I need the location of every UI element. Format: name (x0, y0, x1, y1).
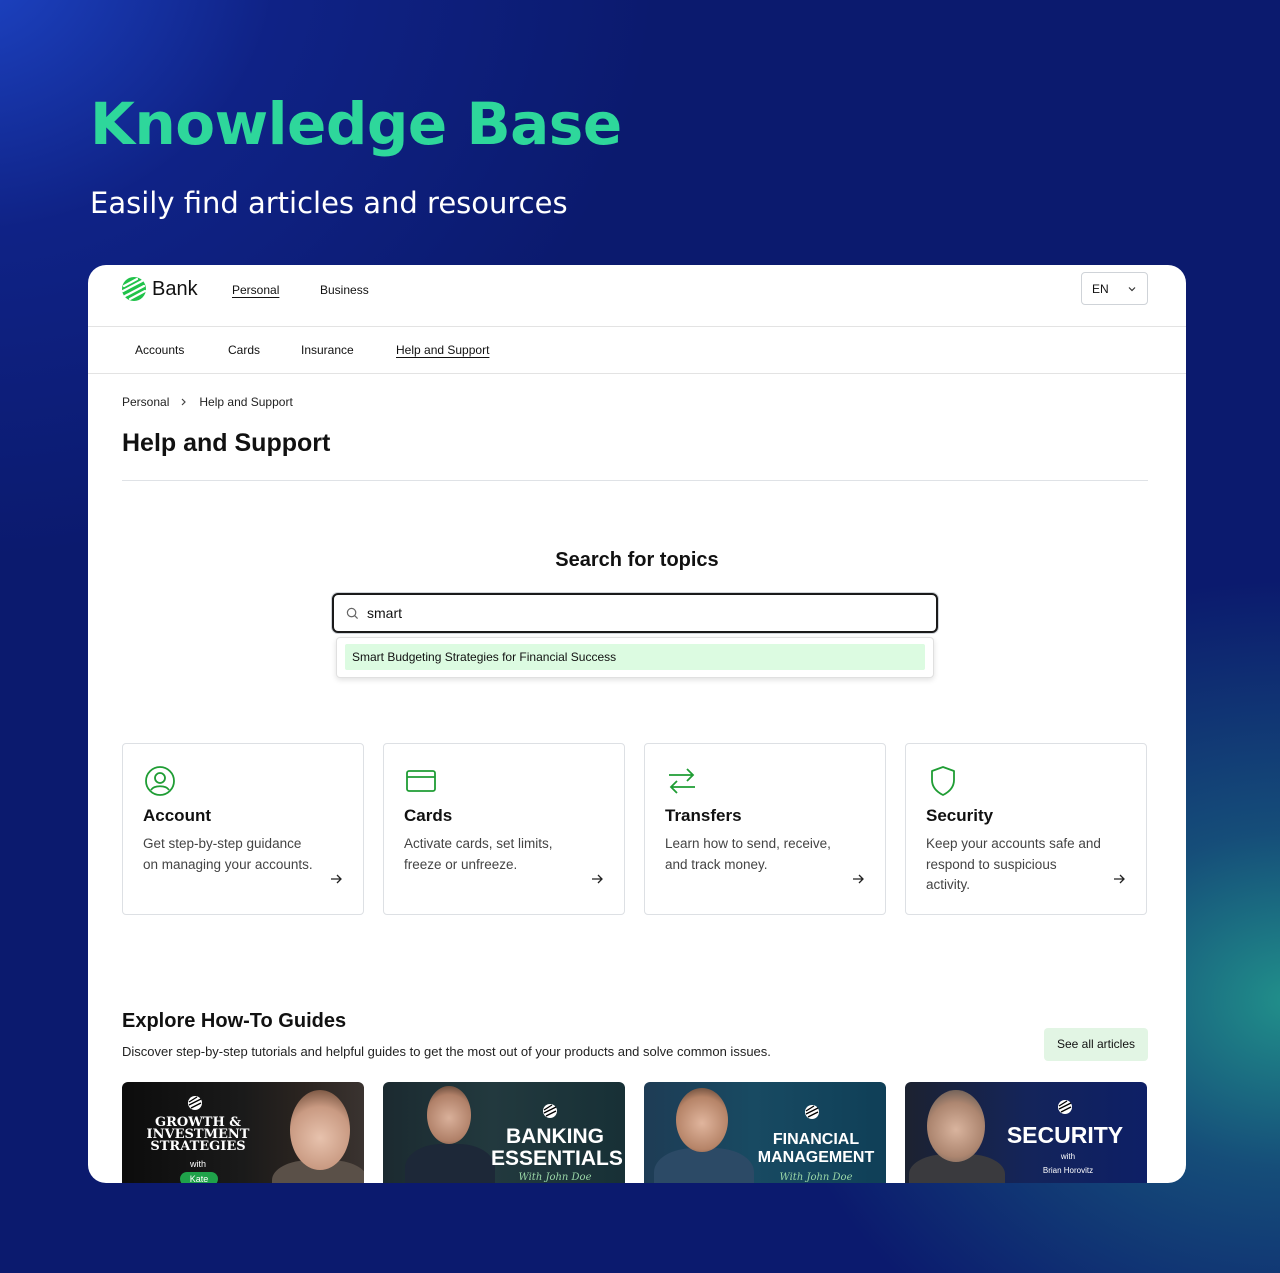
bank-logo-icon (805, 1105, 819, 1119)
thumbnail-title-line1: SECURITY (1006, 1122, 1124, 1148)
breadcrumb-personal[interactable]: Personal (122, 395, 169, 409)
category-card-transfers[interactable]: Transfers Learn how to send, receive, an… (644, 743, 886, 915)
search-icon (346, 607, 359, 619)
brand-logo[interactable]: Bank (122, 277, 198, 301)
brand-name: Bank (152, 277, 198, 300)
guide-thumbnail-security[interactable]: SECURITY with Brian Horovitz (905, 1082, 1147, 1183)
hero-subtitle: Easily find articles and resources (90, 186, 568, 220)
chevron-right-icon (181, 398, 187, 406)
thumbnail-title-line3: STRATEGIES (150, 1139, 246, 1154)
shield-icon (931, 766, 955, 796)
thumbnail-with-label: with (1060, 1152, 1076, 1161)
category-description: Activate cards, set limits, freeze or un… (404, 836, 553, 872)
host-photo (427, 1086, 471, 1144)
arrow-right-icon (592, 874, 603, 884)
thumbnail-host: With John Doe (518, 1172, 592, 1183)
host-photo-body (405, 1144, 495, 1183)
user-circle-icon (145, 766, 175, 796)
bank-logo-icon (188, 1096, 202, 1110)
topnav-business[interactable]: Business (320, 283, 369, 297)
topnav-personal[interactable]: Personal (232, 283, 279, 297)
thumbnail-title-line1: FINANCIAL (772, 1131, 860, 1148)
secondary-nav: Accounts Cards Insurance Help and Suppor… (88, 327, 1186, 374)
search-suggestions: Smart Budgeting Strategies for Financial… (336, 637, 934, 678)
arrow-right-icon (1114, 874, 1125, 884)
thumbnail-host-badge: Kate (180, 1172, 218, 1183)
bank-logo-icon (122, 277, 146, 301)
category-card-cards[interactable]: Cards Activate cards, set limits, freeze… (383, 743, 625, 915)
thumbnail-with-label: with (189, 1159, 206, 1169)
guide-thumbnail-growth[interactable]: GROWTH & INVESTMENT STRATEGIES with Kate (122, 1082, 364, 1183)
suggestion-item[interactable]: Smart Budgeting Strategies for Financial… (345, 644, 925, 670)
category-title: Cards (404, 806, 453, 825)
thumbnail-title-line2: MANAGEMENT (757, 1149, 875, 1166)
bank-logo-icon (543, 1104, 557, 1118)
arrow-right-icon (331, 874, 342, 884)
host-photo-body (654, 1148, 754, 1183)
guides-description: Discover step-by-step tutorials and help… (122, 1044, 771, 1059)
guide-thumbnail-banking[interactable]: BANKING ESSENTIALS With John Doe (383, 1082, 625, 1183)
category-description: Get step-by-step guidance on managing yo… (143, 836, 313, 872)
browser-window: Bank Personal Business EN Accounts Cards… (88, 265, 1186, 1183)
credit-card-icon (406, 770, 436, 792)
search-heading: Search for topics (555, 549, 719, 571)
subnav-cards[interactable]: Cards (228, 343, 260, 357)
host-photo (676, 1088, 728, 1152)
subnav-insurance[interactable]: Insurance (301, 343, 354, 357)
top-bar: Bank Personal Business EN (88, 265, 1186, 327)
thumbnail-host: Brian Horovitz (1042, 1166, 1094, 1175)
hero-title: Knowledge Base (90, 90, 622, 158)
subnav-help-and-support[interactable]: Help and Support (396, 343, 489, 357)
search-input[interactable] (367, 605, 907, 621)
page-title: Help and Support (122, 429, 331, 457)
category-description: Keep your accounts safe and respond to s… (926, 836, 1101, 892)
bank-logo-icon (1058, 1100, 1072, 1114)
category-title: Security (926, 806, 994, 825)
see-all-articles-button[interactable]: See all articles (1043, 1028, 1148, 1061)
language-value: EN (1092, 281, 1109, 296)
arrow-right-icon (853, 874, 864, 884)
divider (122, 480, 1148, 481)
guide-thumbnail-financial[interactable]: FINANCIAL MANAGEMENT With John Doe (644, 1082, 886, 1183)
thumbnail-title-line1: BANKING (506, 1125, 604, 1148)
host-photo (290, 1090, 350, 1170)
breadcrumb-current: Help and Support (199, 395, 293, 409)
thumbnail-title-line2: ESSENTIALS (491, 1147, 623, 1170)
category-title: Account (143, 806, 211, 825)
category-card-account[interactable]: Account Get step-by-step guidance on man… (122, 743, 364, 915)
host-photo (927, 1090, 985, 1162)
thumbnail-host: With John Doe (779, 1172, 853, 1183)
category-description: Learn how to send, receive, and track mo… (665, 836, 831, 872)
category-card-security[interactable]: Security Keep your accounts safe and res… (905, 743, 1147, 915)
search-box[interactable] (332, 593, 938, 633)
guides-title: Explore How-To Guides (122, 1010, 347, 1032)
chevron-down-icon (1128, 286, 1136, 291)
subnav-accounts[interactable]: Accounts (135, 343, 184, 357)
category-title: Transfers (665, 806, 742, 825)
breadcrumb: Personal Help and Support (122, 395, 293, 409)
language-select[interactable]: EN (1081, 272, 1148, 305)
arrows-exchange-icon (669, 768, 695, 794)
